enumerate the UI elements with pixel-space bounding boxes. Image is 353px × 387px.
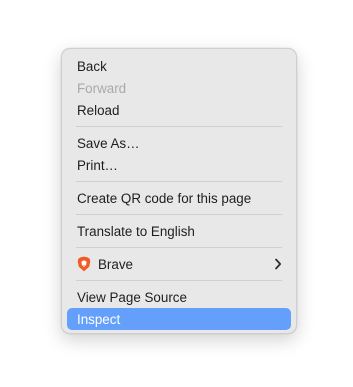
menu-item-back[interactable]: Back	[67, 55, 291, 77]
menu-separator	[76, 126, 282, 127]
menu-item-save-as[interactable]: Save As…	[67, 132, 291, 154]
menu-separator	[76, 247, 282, 248]
context-menu: Back Forward Reload Save As… Print… Crea…	[61, 48, 297, 334]
menu-item-create-qr-code[interactable]: Create QR code for this page	[67, 187, 291, 209]
brave-lion-icon	[77, 256, 91, 272]
menu-item-print[interactable]: Print…	[67, 154, 291, 176]
menu-item-brave-submenu[interactable]: Brave	[67, 253, 291, 275]
menu-item-label: Brave	[98, 256, 133, 272]
menu-item-label: Create QR code for this page	[77, 190, 252, 206]
menu-item-translate[interactable]: Translate to English	[67, 220, 291, 242]
menu-item-label: View Page Source	[77, 289, 187, 305]
menu-item-label: Translate to English	[77, 223, 195, 239]
menu-separator	[76, 214, 282, 215]
menu-item-label: Back	[77, 58, 107, 74]
menu-item-label: Save As…	[77, 135, 140, 151]
menu-item-reload[interactable]: Reload	[67, 99, 291, 121]
menu-item-label: Forward	[77, 80, 127, 96]
menu-item-forward: Forward	[67, 77, 291, 99]
menu-item-label: Inspect	[77, 311, 121, 327]
chevron-right-icon	[275, 258, 282, 270]
menu-item-view-page-source[interactable]: View Page Source	[67, 286, 291, 308]
menu-item-inspect[interactable]: Inspect	[67, 308, 291, 330]
menu-item-label: Reload	[77, 102, 120, 118]
menu-item-label: Print…	[77, 157, 118, 173]
menu-separator	[76, 280, 282, 281]
menu-separator	[76, 181, 282, 182]
